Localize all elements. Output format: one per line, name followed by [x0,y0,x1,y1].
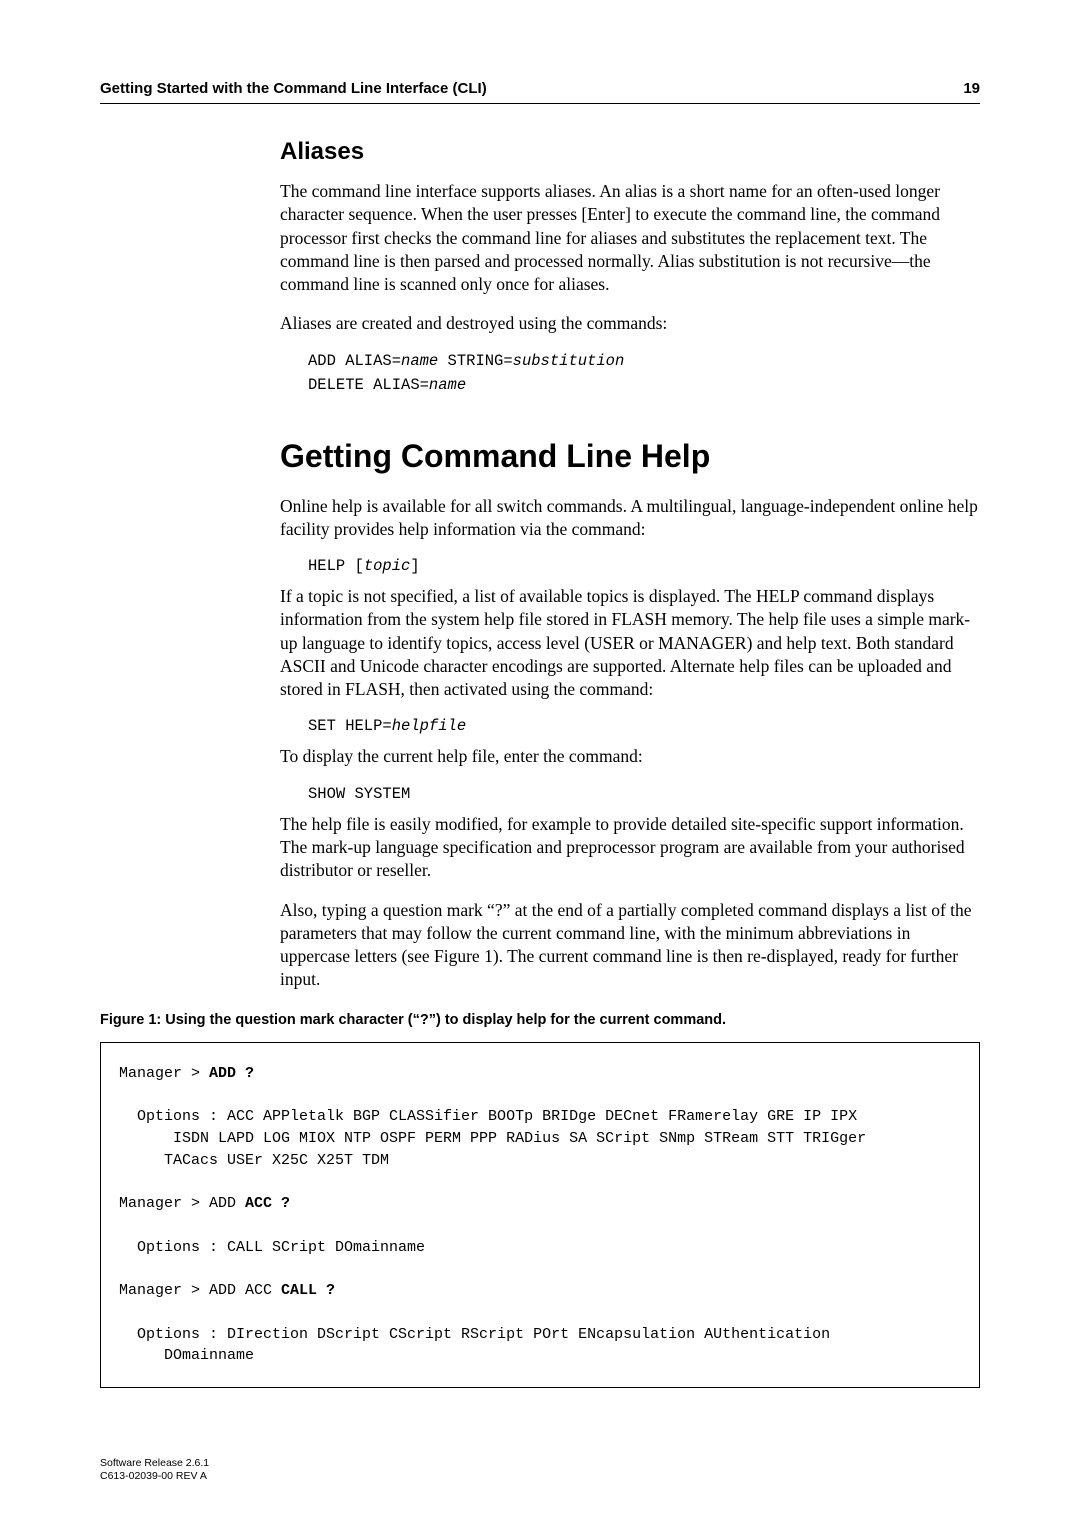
figure-line2-bold: ACC ? [245,1195,290,1212]
help-p4: The help file is easily modified, for ex… [280,813,980,883]
figure-line3-prefix: Manager > ADD ACC [119,1282,281,1299]
cmd-set-help: SET HELP=helpfile [308,717,980,735]
figure-opts2: Options : CALL SCript DOmainname [119,1239,425,1256]
help-p2: If a topic is not specified, a list of a… [280,585,980,701]
aliases-p2: Aliases are created and destroyed using … [280,312,980,335]
aliases-heading: Aliases [280,138,980,166]
cmd-show-system: SHOW SYSTEM [308,785,980,803]
help-heading: Getting Command Line Help [280,438,980,475]
figure-line3-bold: CALL ? [281,1282,335,1299]
header-title: Getting Started with the Command Line In… [100,80,487,97]
figure-caption: Figure 1: Using the question mark charac… [100,1012,980,1028]
figure-line1-bold: ADD ? [209,1065,254,1082]
help-p3: To display the current help file, enter … [280,745,980,768]
footer-line2: C613-02039-00 REV A [100,1470,209,1484]
cmd-delete-alias: DELETE ALIAS=name [308,376,980,394]
aliases-p1: The command line interface supports alia… [280,180,980,296]
page-header: Getting Started with the Command Line In… [100,80,980,104]
figure-line1-prefix: Manager > [119,1065,209,1082]
cmd-add-alias: ADD ALIAS=name STRING=substitution [308,352,980,370]
help-p1: Online help is available for all switch … [280,495,980,542]
footer-line1: Software Release 2.6.1 [100,1457,209,1471]
figure-opts1: Options : ACC APPletalk BGP CLASSifier B… [119,1108,866,1169]
header-page-number: 19 [963,80,980,97]
figure-terminal-box: Manager > ADD ? Options : ACC APPletalk … [100,1042,980,1389]
page-footer: Software Release 2.6.1 C613-02039-00 REV… [100,1457,209,1484]
cmd-help-topic: HELP [topic] [308,557,980,575]
figure-opts3: Options : DIrection DScript CScript RScr… [119,1326,830,1365]
figure-line2-prefix: Manager > ADD [119,1195,245,1212]
help-p5: Also, typing a question mark “?” at the … [280,899,980,992]
